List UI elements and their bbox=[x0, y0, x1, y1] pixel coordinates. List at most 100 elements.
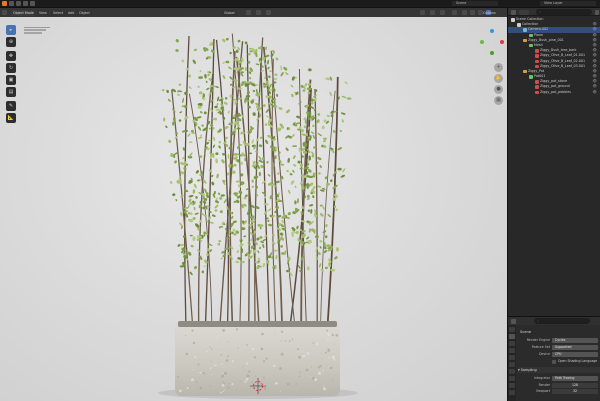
xray-icon[interactable] bbox=[452, 10, 457, 15]
proportional-edit-icon[interactable] bbox=[266, 10, 271, 15]
render-samples-field[interactable]: 128 bbox=[552, 383, 598, 388]
leaf bbox=[326, 182, 330, 186]
physics-tab-icon[interactable] bbox=[509, 390, 515, 395]
output-tab-icon[interactable] bbox=[509, 341, 515, 346]
editor-type-icon[interactable] bbox=[2, 10, 7, 15]
particles-tab-icon[interactable] bbox=[509, 383, 515, 388]
pivot-icon[interactable] bbox=[246, 10, 251, 15]
leaf bbox=[318, 172, 321, 175]
rotate-icon[interactable]: ↻ bbox=[6, 63, 16, 73]
viewport-samples-field[interactable]: 32 bbox=[552, 389, 598, 394]
render-menu-icon[interactable] bbox=[23, 1, 28, 6]
scale-icon[interactable]: ▣ bbox=[6, 75, 16, 85]
leaf bbox=[300, 84, 304, 89]
move-icon[interactable]: ✥ bbox=[6, 51, 16, 61]
menu-select[interactable]: Select bbox=[51, 10, 66, 16]
world-tab-icon[interactable] bbox=[509, 362, 515, 367]
feature-set-select[interactable]: Supported bbox=[552, 345, 598, 350]
leaf bbox=[189, 271, 193, 276]
leaf bbox=[165, 125, 168, 129]
leaf bbox=[280, 72, 284, 77]
render-engine-select[interactable]: Cycles bbox=[552, 338, 598, 343]
overlay-toggle-icon[interactable] bbox=[440, 10, 445, 15]
leaf bbox=[273, 78, 278, 80]
gizmo-z-icon bbox=[490, 29, 494, 33]
pan-icon[interactable]: ✋ bbox=[494, 74, 503, 83]
outliner-item-icon bbox=[535, 80, 539, 84]
tool-tab-icon[interactable] bbox=[509, 327, 515, 332]
visibility-eye-icon[interactable]: 👁 bbox=[593, 90, 597, 95]
shading-solid-icon[interactable] bbox=[470, 10, 475, 15]
leaf bbox=[175, 38, 179, 43]
leaf bbox=[210, 49, 215, 54]
leaf bbox=[280, 65, 283, 71]
leaf bbox=[192, 59, 196, 65]
zoom-icon[interactable]: + bbox=[494, 63, 503, 72]
leaf bbox=[211, 174, 214, 178]
object-tab-icon[interactable] bbox=[509, 369, 515, 374]
properties-search-input[interactable]: ⌕ bbox=[534, 318, 590, 324]
modifier-tab-icon[interactable] bbox=[509, 376, 515, 381]
select-icon[interactable]: ▸ bbox=[6, 25, 16, 35]
leaf bbox=[281, 252, 285, 255]
osl-checkbox[interactable] bbox=[552, 359, 556, 364]
view-layer-selector[interactable]: View Layer bbox=[540, 1, 596, 6]
display-mode-icon[interactable] bbox=[519, 9, 529, 15]
leaf bbox=[258, 155, 262, 161]
options-dropdown[interactable]: Options bbox=[483, 10, 496, 16]
blender-logo-icon[interactable] bbox=[2, 1, 7, 6]
leaf bbox=[193, 48, 198, 52]
3d-viewport[interactable]: Object Mode View Select Add Object Globa… bbox=[0, 8, 507, 401]
device-select[interactable]: CPU bbox=[552, 352, 598, 357]
camera-view-icon[interactable]: ● bbox=[494, 85, 503, 94]
filter-icon[interactable] bbox=[595, 9, 599, 15]
view-layer-tab-icon[interactable] bbox=[509, 348, 515, 353]
leaf bbox=[199, 91, 203, 95]
properties-tabs bbox=[508, 325, 516, 401]
file-menu-icon[interactable] bbox=[9, 1, 14, 6]
viewport-header: Object Mode View Select Add Object Globa… bbox=[0, 8, 507, 17]
leaf bbox=[274, 73, 278, 77]
measure-icon[interactable]: 📐 bbox=[6, 113, 16, 123]
leaf bbox=[296, 225, 299, 230]
leaf bbox=[183, 166, 187, 171]
menu-add[interactable]: Add bbox=[66, 10, 77, 16]
outliner-item-icon bbox=[529, 33, 533, 38]
outliner-search-input[interactable]: ⌕ bbox=[536, 9, 592, 15]
ortho-toggle-icon[interactable]: ▦ bbox=[494, 96, 503, 105]
leaf bbox=[233, 153, 238, 156]
outliner-row[interactable]: Ziggy_pot_pebbles 👁 bbox=[508, 90, 600, 95]
gizmo-toggle-icon[interactable] bbox=[430, 10, 435, 15]
snap-icon[interactable] bbox=[256, 10, 261, 15]
leaf bbox=[218, 145, 221, 149]
leaf bbox=[265, 139, 269, 145]
leaf bbox=[233, 233, 237, 236]
scene-tab-icon[interactable] bbox=[509, 355, 515, 360]
navigation-gizmo[interactable] bbox=[478, 28, 506, 56]
mode-selector[interactable]: Object Mode bbox=[10, 10, 34, 16]
transform-icon[interactable]: ▤ bbox=[6, 87, 16, 97]
menu-view[interactable]: View bbox=[37, 10, 49, 16]
outliner-type-icon[interactable] bbox=[511, 9, 516, 15]
sampling-section[interactable]: ▾ Sampling bbox=[518, 367, 600, 373]
scene-selector[interactable]: Scene bbox=[452, 1, 498, 6]
properties-header: ⌕ bbox=[508, 317, 600, 325]
leaf bbox=[312, 124, 315, 128]
window-menu-icon[interactable] bbox=[30, 1, 35, 6]
menu-object[interactable]: Object bbox=[77, 10, 92, 16]
leaf bbox=[173, 154, 176, 158]
leaf bbox=[309, 111, 312, 117]
leaf bbox=[304, 119, 307, 124]
leaf bbox=[285, 72, 289, 76]
annotate-icon[interactable]: ✎ bbox=[6, 101, 16, 111]
cursor-icon[interactable]: ⊕ bbox=[6, 37, 16, 47]
render-tab-icon[interactable] bbox=[509, 334, 515, 339]
outliner-tree: Scene Collection Collection 👁 Camera.002 👁 Pl… bbox=[508, 16, 600, 95]
visibility-icon[interactable] bbox=[420, 10, 425, 15]
leaf bbox=[180, 194, 184, 198]
integrator-select[interactable]: Path Tracing bbox=[552, 376, 598, 381]
edit-menu-icon[interactable] bbox=[16, 1, 21, 6]
properties-type-icon[interactable] bbox=[511, 318, 516, 324]
orientation-selector[interactable]: Global bbox=[222, 10, 237, 16]
shading-wireframe-icon[interactable] bbox=[462, 10, 467, 15]
